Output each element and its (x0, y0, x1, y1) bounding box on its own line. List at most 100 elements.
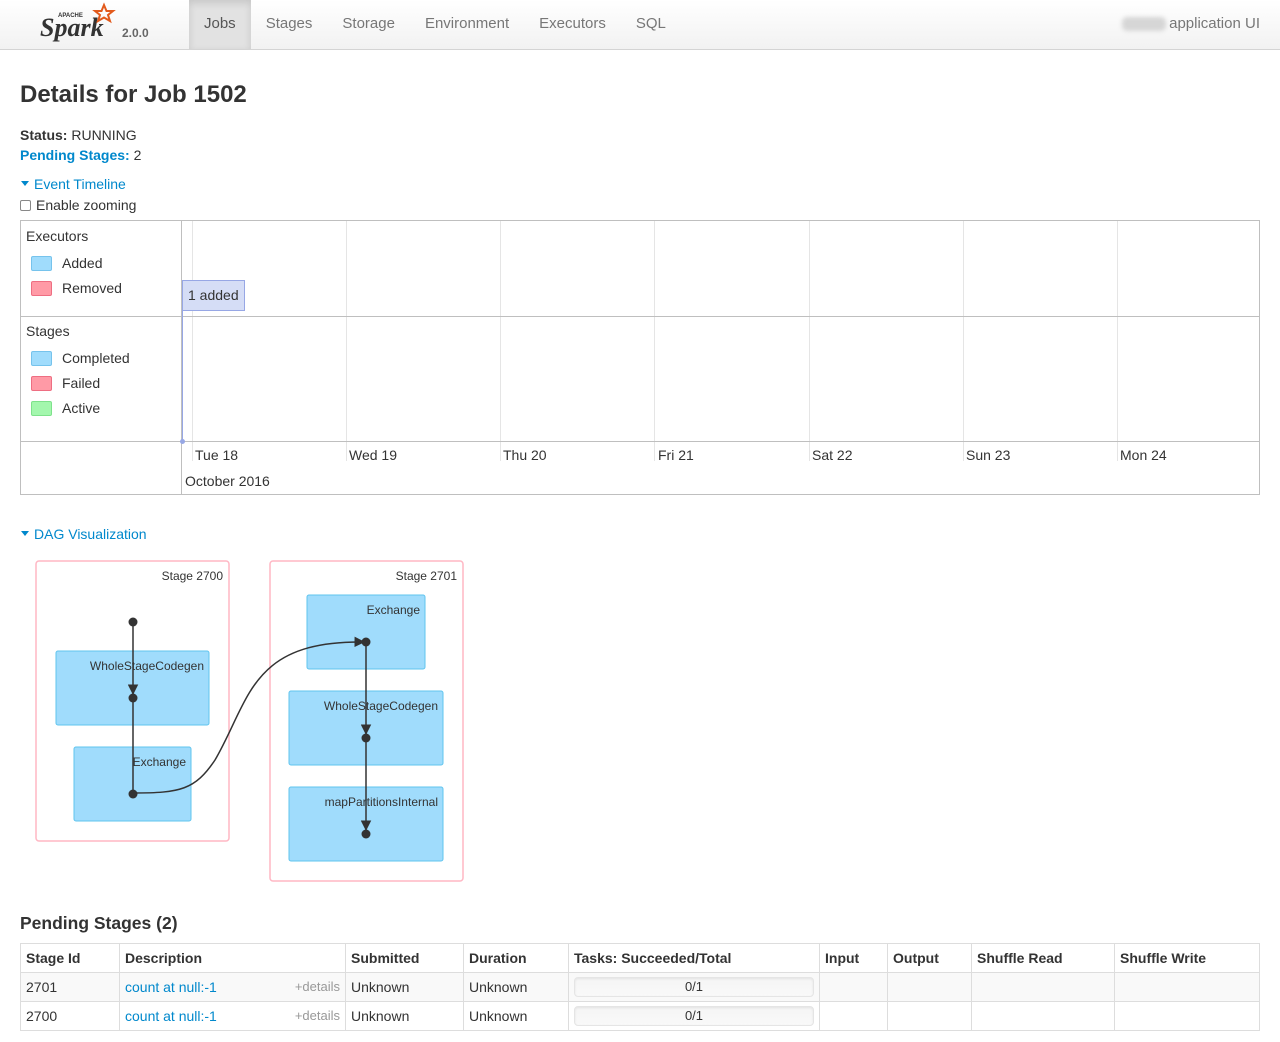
stage-id-cell: 2701 (20, 972, 120, 1002)
tab-environment[interactable]: Environment (410, 0, 524, 49)
stage-2701-label: Stage 2701 (396, 569, 458, 583)
failed-swatch (31, 375, 52, 391)
dag-node-dot (128, 693, 138, 703)
column-header[interactable]: Description (119, 943, 346, 973)
grid-line (500, 221, 501, 441)
node-mappartitionsinternal-label: mapPartitionsInternal (325, 795, 438, 809)
brand-spark-text: Spark (40, 13, 104, 42)
grid-line (963, 221, 964, 441)
output-cell (887, 1001, 972, 1031)
legend-completed: Completed (31, 350, 130, 366)
details-toggle[interactable]: +details (295, 979, 340, 994)
grid-line (1117, 221, 1118, 441)
axis-tick (192, 441, 193, 461)
axis-tick (1117, 441, 1118, 461)
tasks-progress-bar: 0/1 (574, 1006, 814, 1026)
tab-executors[interactable]: Executors (524, 0, 621, 49)
column-header[interactable]: Submitted (345, 943, 464, 973)
grid-line (346, 221, 347, 441)
column-header[interactable]: Output (887, 943, 972, 973)
grid-line (654, 221, 655, 441)
event-timeline-toggle[interactable]: Event Timeline (20, 176, 126, 192)
description-cell: count at null:-1 +details (119, 972, 346, 1002)
tasks-progress-text: 0/1 (684, 1008, 704, 1023)
column-header[interactable]: Shuffle Read (971, 943, 1115, 973)
tab-storage[interactable]: Storage (327, 0, 410, 49)
shuffle-write-cell (1114, 1001, 1260, 1031)
navbar: APACHE Spark 2.0.0 Jobs Stages Storage E… (0, 0, 1280, 50)
tasks-progress-text: 0/1 (684, 979, 704, 994)
submitted-cell: Unknown (345, 1001, 464, 1031)
caret-down-icon (21, 181, 29, 187)
column-header[interactable]: Tasks: Succeeded/Total (568, 943, 820, 973)
axis-day-label: Mon 24 (1120, 447, 1167, 463)
current-time-line (182, 311, 183, 442)
stage-description-link[interactable]: count at null:-1 (125, 1008, 217, 1024)
tab-stages[interactable]: Stages (251, 0, 328, 49)
executors-title: Executors (26, 228, 89, 244)
node-wholestagecodegen (55, 650, 210, 726)
axis-day-label: Fri 21 (658, 447, 694, 463)
dag-visualization-label: DAG Visualization (34, 526, 147, 542)
axis-tick (654, 441, 655, 461)
zoom-label: Enable zooming (36, 197, 137, 213)
description-cell: count at null:-1 +details (119, 1001, 346, 1031)
pending-stages-count: 2 (133, 147, 142, 163)
executor-added-event[interactable]: 1 added (182, 280, 245, 311)
node-wholestagecodegen-label: WholeStageCodegen (90, 659, 204, 673)
grid-line (192, 221, 193, 441)
removed-swatch (31, 280, 52, 296)
axis-divider (21, 441, 1259, 442)
job-status: Status: RUNNING (20, 126, 137, 144)
stage-2701-box (269, 560, 464, 882)
submitted-cell: Unknown (345, 972, 464, 1002)
pending-stages-link[interactable]: Pending Stages: (20, 147, 130, 163)
shuffle-read-cell (971, 972, 1115, 1002)
dag-visualization-toggle[interactable]: DAG Visualization (20, 526, 147, 542)
caret-down-icon (21, 531, 29, 537)
tab-sql[interactable]: SQL (621, 0, 681, 49)
tasks-cell: 0/1 (568, 1001, 820, 1031)
column-header[interactable]: Input (819, 943, 888, 973)
legend-active: Active (31, 400, 100, 416)
app-title-text: application UI (1169, 15, 1260, 32)
enable-zooming[interactable]: Enable zooming (20, 197, 136, 213)
executors-legend: Executors Added Removed (21, 221, 182, 316)
redacted-app-name (1122, 17, 1167, 32)
axis-day-label: Sun 23 (966, 447, 1011, 463)
table-row: 2700 count at null:-1 +details Unknown U… (20, 1001, 1260, 1031)
stage-description-link[interactable]: count at null:-1 (125, 979, 217, 995)
axis-day-label: Thu 20 (503, 447, 547, 463)
tab-jobs[interactable]: Jobs (189, 0, 251, 49)
axis-tick (346, 441, 347, 461)
table-row: 2701 count at null:-1 +details Unknown U… (20, 972, 1260, 1002)
shuffle-write-cell (1114, 972, 1260, 1002)
node-exchange-label: Exchange (367, 603, 421, 617)
event-timeline[interactable]: Executors Added Removed Stages Completed… (20, 220, 1260, 495)
node-exchange (73, 746, 192, 822)
column-header[interactable]: Stage Id (20, 943, 120, 973)
stages-legend: Stages Completed Failed Active (21, 317, 182, 442)
axis-month-label: October 2016 (185, 473, 270, 489)
axis-tick (809, 441, 810, 461)
column-header[interactable]: Duration (463, 943, 569, 973)
column-header[interactable]: Shuffle Write (1114, 943, 1260, 973)
axis-legend-spacer (21, 442, 182, 494)
status-value: RUNNING (71, 127, 137, 143)
output-cell (887, 972, 972, 1002)
legend-failed: Failed (31, 375, 100, 391)
grid-line (809, 221, 810, 441)
details-toggle[interactable]: +details (295, 1008, 340, 1023)
node-wholestagecodegen-label: WholeStageCodegen (324, 699, 438, 713)
completed-swatch (31, 350, 52, 366)
axis-day-label: Wed 19 (349, 447, 397, 463)
current-time-marker (180, 439, 185, 444)
zoom-checkbox[interactable] (20, 199, 31, 211)
duration-cell: Unknown (463, 1001, 569, 1031)
legend-removed: Removed (31, 280, 122, 296)
dag-edge (132, 636, 366, 794)
tasks-progress-bar: 0/1 (574, 977, 814, 997)
pending-stages-table: Stage Id Description Submitted Duration … (20, 943, 1260, 1031)
axis-day-label: Sat 22 (812, 447, 853, 463)
group-divider (21, 316, 1259, 317)
